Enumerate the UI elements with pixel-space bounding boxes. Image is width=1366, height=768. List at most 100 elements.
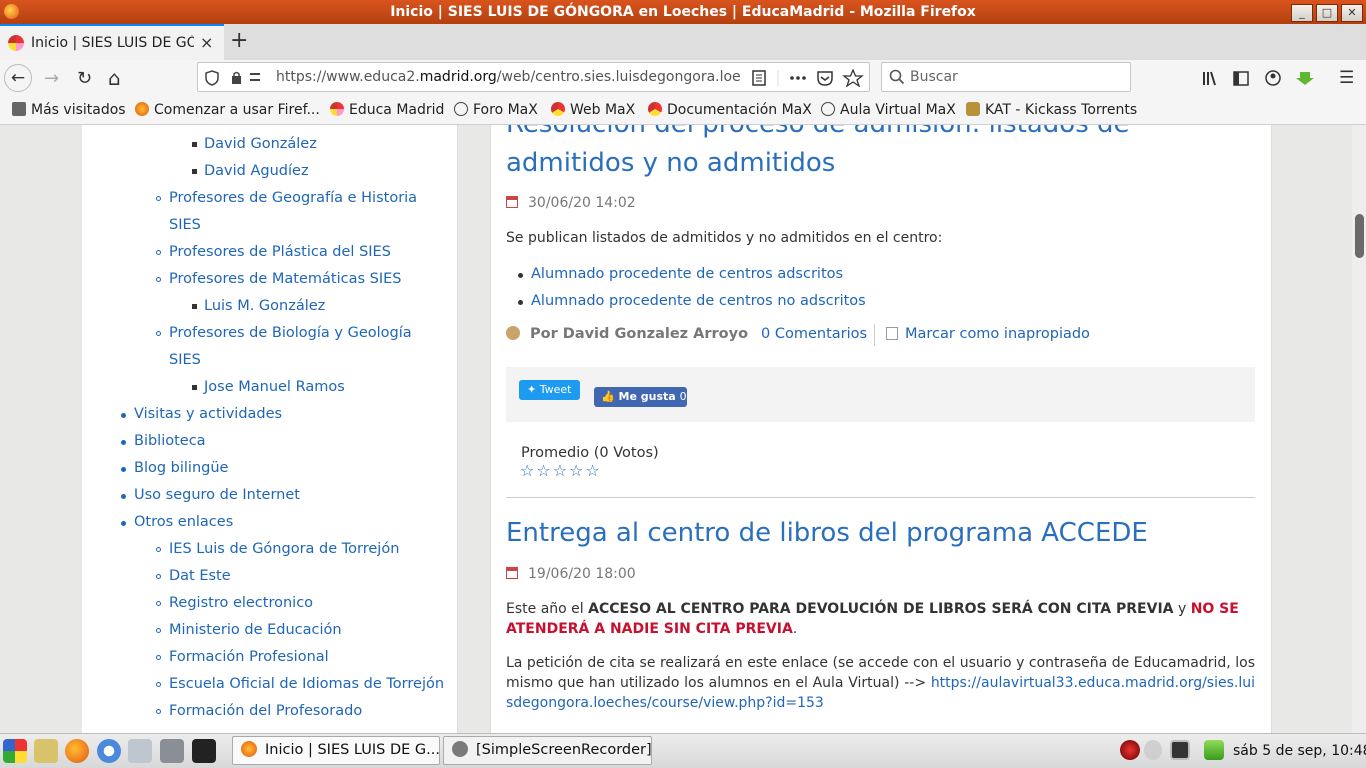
- library-icon[interactable]: [1203, 71, 1216, 86]
- scrollbar-thumb[interactable]: [1355, 214, 1364, 258]
- sidebar-item[interactable]: Uso seguro de Internet: [121, 487, 300, 503]
- post-divider: [506, 497, 1255, 498]
- sidebar-item[interactable]: David Agudíez: [192, 163, 309, 179]
- bookmark-aula-virtual-max[interactable]: Aula Virtual MaX: [821, 102, 956, 118]
- sidebar-item[interactable]: Formación del Profesorado: [155, 703, 362, 719]
- chromium-launcher-icon[interactable]: [97, 739, 121, 763]
- sidebar-item-cont[interactable]: SIES: [169, 217, 201, 233]
- url-bar[interactable]: https://www.educa2.madrid.org/web/centro…: [197, 62, 870, 92]
- bookmark-star-icon[interactable]: [842, 69, 864, 87]
- menu-button[interactable]: ☰: [1339, 68, 1354, 88]
- sidebar-item[interactable]: David González: [192, 136, 317, 152]
- sidebar-item[interactable]: Formación Profesional: [156, 649, 329, 665]
- screenshot-tray-icon[interactable]: [1170, 740, 1190, 760]
- pocket-icon[interactable]: [817, 71, 833, 86]
- reload-button[interactable]: ↻: [77, 68, 92, 89]
- search-placeholder: Buscar: [910, 69, 958, 85]
- link-adscritos[interactable]: Alumnado procedente de centros adscritos: [517, 266, 843, 282]
- sidebar-item[interactable]: Ministerio de Educación: [156, 622, 342, 638]
- notes-launcher-icon[interactable]: [128, 739, 152, 763]
- task-screenrecorder[interactable]: [SimpleScreenRecorder]: [443, 736, 652, 765]
- sidebar-item[interactable]: Biblioteca: [121, 433, 206, 449]
- battery-tray-icon[interactable]: [1204, 740, 1224, 760]
- task-firefox[interactable]: Inicio | SIES LUIS DE G...: [232, 736, 440, 765]
- sidebar-item[interactable]: Blog bilingüe: [120, 460, 228, 476]
- new-tab-button[interactable]: +: [230, 28, 248, 53]
- comments-link[interactable]: 0 Comentarios: [761, 326, 867, 342]
- calendar-icon: [506, 567, 518, 579]
- text-editor-icon[interactable]: [34, 739, 58, 763]
- url-actions: [752, 69, 864, 87]
- tracking-shield-icon: [205, 70, 219, 86]
- author-icon: [506, 326, 520, 340]
- tab-close-icon[interactable]: ×: [200, 33, 213, 52]
- facebook-like-button[interactable]: 👍 Me gusta 0: [594, 387, 687, 407]
- sidebar-item[interactable]: Profesores de Biología y Geología: [156, 325, 412, 341]
- bookmark-comenzar-firefox[interactable]: Comenzar a usar Firef...: [135, 102, 320, 118]
- bookmark-kat[interactable]: KAT - Kickass Torrents: [966, 102, 1137, 118]
- post2-date: 19/06/20 18:00: [506, 566, 636, 582]
- sidebar-item[interactable]: Otros enlaces: [120, 514, 233, 530]
- account-icon[interactable]: [1265, 70, 1281, 86]
- bookmark-foro-max[interactable]: Foro MaX: [454, 102, 538, 118]
- back-button[interactable]: ←: [4, 64, 32, 92]
- tab-bar: Inicio | SIES LUIS DE GÓNGORA en Loeches…: [0, 24, 1366, 60]
- clock[interactable]: sáb 5 de sep, 10:48: [1233, 743, 1366, 759]
- flag-icon: [886, 327, 898, 340]
- sidebar-item-cont[interactable]: SIES: [169, 352, 201, 368]
- sidebar-item[interactable]: Escuela Oficial de Idiomas de Torrejón: [155, 676, 444, 692]
- permissions-icon: [250, 73, 260, 75]
- firefox-task-icon: [241, 741, 257, 757]
- max-favicon-icon: [648, 102, 662, 116]
- tab-inicio[interactable]: Inicio | SIES LUIS DE GÓNGORA en Loeches…: [0, 24, 224, 60]
- record-tray-icon[interactable]: [1120, 740, 1140, 760]
- post-date: 30/06/20 14:02: [506, 195, 636, 211]
- maximize-button[interactable]: □: [1316, 4, 1338, 22]
- sidebar-icon[interactable]: [1233, 71, 1249, 86]
- flag-link[interactable]: Marcar como inapropiado: [886, 326, 1090, 342]
- bookmark-mas-visitados[interactable]: Más visitados: [12, 102, 126, 118]
- sidebar-item[interactable]: Profesores de Plástica del SIES: [156, 244, 391, 260]
- taskbar: Inicio | SIES LUIS DE G... [SimpleScreen…: [0, 733, 1366, 768]
- sidebar-item[interactable]: Profesores de Geografía e Historia: [155, 190, 417, 206]
- sidebar-item[interactable]: Profesores de Matemáticas SIES: [156, 271, 402, 287]
- home-button[interactable]: ⌂: [108, 66, 121, 90]
- educamadrid-favicon-icon: [8, 35, 24, 51]
- calendar-icon: [506, 196, 518, 208]
- close-window-button[interactable]: ✕: [1341, 4, 1363, 22]
- sidebar-item[interactable]: IES Luis de Góngora de Torrejón: [155, 541, 399, 557]
- sidebar-item[interactable]: Registro electronico: [155, 595, 313, 611]
- firefox-launcher-icon[interactable]: [65, 739, 89, 763]
- sidebar-item[interactable]: Jose Manuel Ramos: [192, 379, 345, 395]
- search-icon: [889, 69, 905, 85]
- sidebar-item[interactable]: Luis M. González: [191, 298, 325, 314]
- search-input[interactable]: Buscar: [881, 62, 1131, 92]
- minimize-button[interactable]: _: [1291, 4, 1313, 22]
- globe-icon: [821, 102, 835, 116]
- bookmarks-toolbar: Más visitados Comenzar a usar Firef... E…: [0, 97, 1366, 125]
- bookmark-web-max[interactable]: Web MaX: [551, 102, 635, 118]
- bookmark-documentacion-max[interactable]: Documentación MaX: [648, 102, 812, 118]
- tweet-button[interactable]: ✦ Tweet: [519, 380, 580, 400]
- network-tray-icon[interactable]: [1144, 740, 1162, 760]
- page-viewport: David González David Agudíez Profesores …: [0, 125, 1352, 733]
- post-title-line1[interactable]: Resolución del proceso de admisión: list…: [506, 125, 1130, 139]
- forward-button[interactable]: →: [44, 68, 59, 89]
- terminal-launcher-icon[interactable]: [192, 739, 216, 763]
- files-launcher-icon[interactable]: [160, 739, 184, 763]
- kat-favicon-icon: [966, 102, 980, 116]
- post2-paragraph2: La petición de cita se realizará en este…: [506, 655, 1255, 711]
- post2-title[interactable]: Entrega al centro de libros del programa…: [506, 518, 1148, 548]
- reader-view-icon[interactable]: [752, 70, 766, 86]
- download-icon[interactable]: [1296, 72, 1314, 85]
- page-actions-icon[interactable]: [790, 76, 806, 80]
- rating-stars[interactable]: ☆☆☆☆☆: [520, 461, 602, 480]
- rating-label: Promedio (0 Votos): [521, 445, 659, 461]
- link-no-adscritos[interactable]: Alumnado procedente de centros no adscri…: [518, 293, 866, 309]
- start-menu-icon[interactable]: [3, 739, 27, 763]
- post-title-line2[interactable]: admitidos y no admitidos: [506, 148, 835, 178]
- sidebar-item[interactable]: Dat Este: [156, 568, 231, 584]
- sidebar-item[interactable]: Visitas y actividades: [120, 406, 282, 422]
- post2-paragraph1: Este año el ACCESO AL CENTRO PARA DEVOLU…: [506, 601, 1239, 637]
- bookmark-educa-madrid[interactable]: Educa Madrid: [330, 102, 444, 118]
